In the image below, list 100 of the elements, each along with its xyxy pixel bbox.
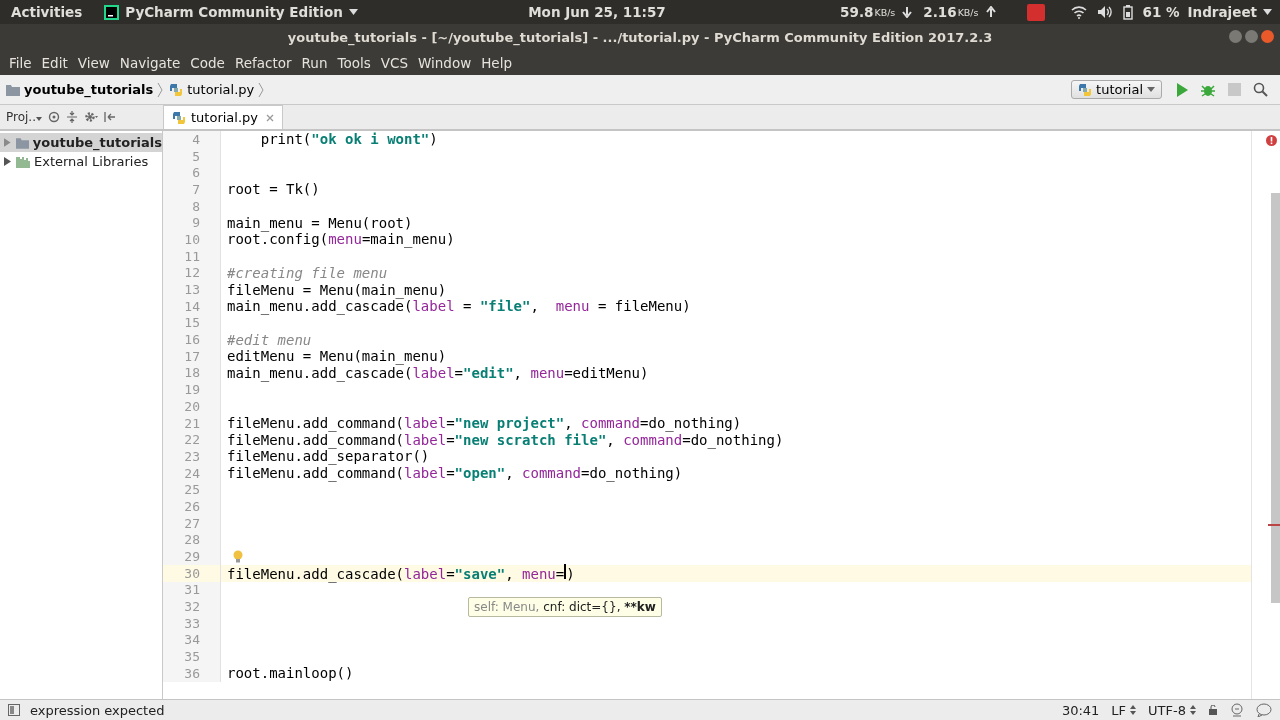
- expand-arrow-icon: [4, 157, 12, 166]
- down-arrow-icon: [901, 6, 914, 18]
- upload-speed: 2.16: [923, 4, 957, 20]
- collapse-icon[interactable]: [66, 111, 78, 123]
- line-number: 35: [163, 648, 221, 665]
- line-number: 26: [163, 498, 221, 515]
- clock[interactable]: Mon Jun 25, 11:57: [528, 4, 666, 20]
- encoding-selector[interactable]: UTF-8: [1148, 702, 1186, 718]
- menu-item[interactable]: Run: [296, 54, 333, 71]
- battery-level: 61 %: [1142, 4, 1180, 20]
- folder-icon: [6, 82, 20, 97]
- breadcrumb[interactable]: tutorial.py: [169, 82, 255, 97]
- parameter-hint-tooltip: self: Menu, cnf: dict={}, **kw: [468, 597, 662, 617]
- close-icon[interactable]: [266, 113, 274, 122]
- breadcrumb[interactable]: youtube_tutorials: [6, 82, 154, 97]
- status-message: expression expected: [30, 702, 165, 718]
- speech-bubble-icon[interactable]: [1256, 703, 1272, 717]
- line-number: 16: [163, 331, 221, 348]
- window-title: youtube_tutorials - [~/youtube_tutorials] - .../tutorial.py - PyCharm Community Edition 2017.2.3: [287, 29, 993, 45]
- speed-unit: KB/s: [957, 6, 979, 18]
- record-indicator[interactable]: [1026, 3, 1045, 21]
- python-file-icon: [172, 110, 186, 125]
- lock-icon[interactable]: [1208, 705, 1218, 715]
- code-line: main_menu.add_cascade(label="edit", menu=editMenu): [227, 364, 649, 381]
- tree-item[interactable]: External Libraries: [0, 152, 162, 171]
- code-line: fileMenu.add_command(label="new project", command=do_nothing): [227, 415, 742, 432]
- activities-button[interactable]: Activities: [11, 4, 83, 20]
- lightbulb-icon[interactable]: [233, 550, 243, 564]
- inspector-icon[interactable]: [1230, 703, 1244, 717]
- menu-item[interactable]: Edit: [36, 54, 73, 71]
- up-down-arrows-icon[interactable]: [1190, 705, 1196, 715]
- line-number: 29: [163, 548, 221, 565]
- menu-item[interactable]: Help: [476, 54, 517, 71]
- library-icon: [16, 154, 30, 169]
- editor-tab[interactable]: tutorial.py: [163, 105, 283, 129]
- up-down-arrows-icon[interactable]: [1130, 705, 1137, 715]
- line-number: 32: [163, 598, 221, 615]
- code-line: main_menu = Menu(root): [227, 214, 413, 231]
- app-icon: [104, 4, 120, 20]
- minimize-button[interactable]: [1229, 30, 1242, 43]
- code-line: root.config(menu=main_menu): [227, 231, 455, 248]
- code-line: #creating file menu: [227, 264, 388, 281]
- menu-item[interactable]: Window: [412, 54, 477, 71]
- tree-item[interactable]: youtube_tutorials: [0, 133, 162, 152]
- run-icon[interactable]: [1176, 82, 1188, 97]
- line-number: 6: [163, 164, 221, 182]
- project-view-dropdown[interactable]: Proj..: [6, 110, 42, 124]
- panel-toggle-icon[interactable]: [8, 704, 20, 716]
- chevron-icon: [258, 81, 265, 98]
- menu-item[interactable]: File: [4, 54, 37, 71]
- line-number: 13: [163, 281, 221, 298]
- caret-icon: [348, 9, 358, 15]
- line-separator-selector[interactable]: LF: [1111, 702, 1127, 718]
- code-line: editMenu = Menu(main_menu): [227, 348, 447, 365]
- run-configuration-dropdown[interactable]: tutorial: [1071, 80, 1162, 99]
- line-number: 4: [163, 131, 221, 148]
- speed-unit: KB/s: [874, 6, 896, 18]
- scrollbar-thumb[interactable]: [1271, 193, 1280, 603]
- line-number: 19: [163, 381, 221, 398]
- menu-item[interactable]: Tools: [332, 54, 376, 71]
- user-menu[interactable]: Indrajeet: [1187, 4, 1257, 20]
- wifi-icon[interactable]: [1070, 5, 1087, 19]
- code-line: fileMenu.add_cascade(label="save", menu=): [227, 564, 575, 583]
- line-number: 23: [163, 448, 221, 465]
- app-menu[interactable]: PyCharm Community Edition: [125, 4, 343, 20]
- code-line: print("ok ok i wont"): [259, 131, 438, 148]
- menu-item[interactable]: Navigate: [114, 54, 186, 71]
- close-button[interactable]: [1261, 30, 1274, 43]
- code-line: #edit menu: [227, 331, 312, 348]
- code-line: fileMenu.add_separator(): [227, 448, 430, 465]
- line-number: 22: [163, 431, 221, 449]
- code-line: fileMenu = Menu(main_menu): [227, 281, 447, 298]
- chevron-icon: [157, 81, 164, 98]
- code-line: main_menu.add_cascade(label = "file", menu = fileMenu): [227, 298, 691, 315]
- hide-panel-icon[interactable]: [104, 111, 116, 123]
- search-icon[interactable]: [1253, 82, 1268, 97]
- settings-icon[interactable]: [84, 111, 98, 123]
- battery-icon[interactable]: [1122, 4, 1133, 20]
- caret-icon: [1263, 9, 1272, 15]
- menu-item[interactable]: VCS: [375, 54, 413, 71]
- text-cursor: [564, 564, 567, 580]
- volume-icon[interactable]: [1096, 5, 1113, 19]
- code-line: root = Tk(): [227, 181, 320, 198]
- menu-item[interactable]: Refactor: [229, 54, 297, 71]
- code-line: root.mainloop(): [227, 665, 354, 682]
- error-icon[interactable]: [1266, 135, 1277, 146]
- code-line: fileMenu.add_command(label="new scratch file", command=do_nothing): [227, 431, 784, 448]
- up-arrow-icon: [984, 6, 997, 18]
- folder-icon: [15, 135, 29, 150]
- line-number: 9: [163, 214, 221, 232]
- crosshair-icon[interactable]: [48, 111, 60, 123]
- caret-position[interactable]: 30:41: [1061, 702, 1100, 718]
- menu-item[interactable]: Code: [185, 54, 230, 71]
- menu-item[interactable]: View: [72, 54, 115, 71]
- python-file-icon: [169, 82, 184, 97]
- code-line: fileMenu.add_command(label="open", command=do_nothing): [227, 465, 683, 482]
- caret-icon: [36, 117, 42, 121]
- expand-arrow-icon: [4, 138, 12, 147]
- maximize-button[interactable]: [1245, 30, 1258, 43]
- line-number: 25: [163, 481, 221, 499]
